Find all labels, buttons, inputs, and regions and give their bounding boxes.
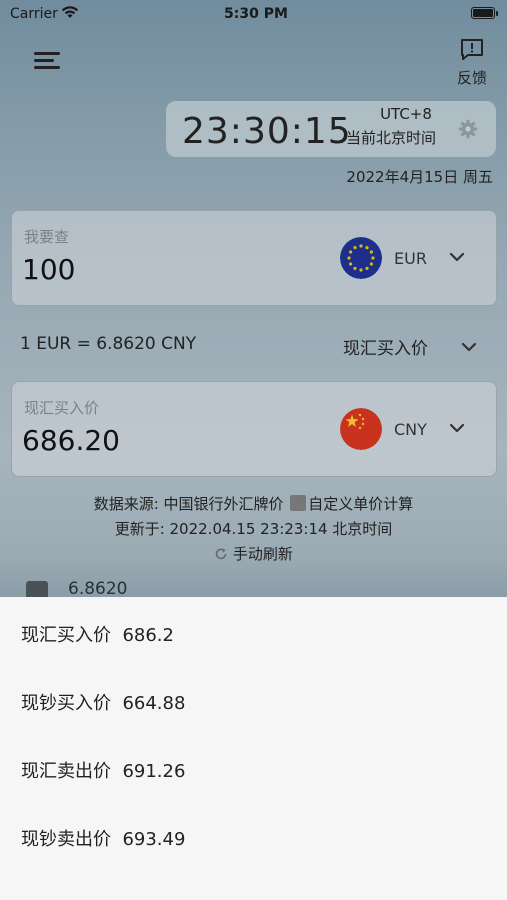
target-currency-code[interactable]: CNY: [394, 420, 427, 439]
option-value: 691.26: [122, 761, 186, 782]
current-date: 2022年4月15日 周五: [346, 168, 493, 186]
timezone-offset: UTC+8: [380, 105, 432, 123]
updated-time: 更新于: 2022.04.15 23:23:14 北京时间: [114, 520, 393, 538]
sheet-option-cash-buy[interactable]: 现钞买入价 664.88: [21, 689, 185, 715]
chevron-down-icon[interactable]: [449, 422, 465, 434]
source-amount-input[interactable]: 100: [22, 253, 75, 286]
chevron-down-icon[interactable]: [449, 251, 465, 263]
status-bar: Carrier 5:30 PM: [0, 0, 507, 30]
option-value: 693.49: [122, 829, 186, 850]
option-label: 现汇买入价: [21, 625, 111, 646]
option-label: 现钞买入价: [21, 693, 111, 714]
clock-card: 23:30:15 UTC+8 当前北京时间: [166, 101, 496, 157]
eu-flag-icon[interactable]: [340, 237, 382, 279]
battery-icon: [471, 7, 498, 19]
menu-icon[interactable]: [34, 50, 62, 72]
timezone-name: 当前北京时间: [346, 129, 437, 147]
option-label: 现钞卖出价: [21, 829, 111, 850]
source-amount-card[interactable]: 我要查 100 EUR: [11, 210, 497, 306]
data-source-line: 数据来源: 中国银行外汇牌价 自定义单价计算: [0, 493, 507, 514]
feedback-button[interactable]: 反馈: [452, 38, 492, 88]
current-time: 23:30:15: [182, 111, 352, 152]
target-amount-value: 686.20: [22, 424, 120, 457]
exchange-rate-text: 1 EUR = 6.8620 CNY: [20, 334, 197, 354]
china-flag-icon[interactable]: [340, 408, 382, 450]
status-time: 5:30 PM: [224, 6, 288, 22]
chevron-down-icon[interactable]: [461, 341, 477, 353]
peek-rate-value: 6.8620: [68, 579, 128, 599]
history-peek: 6.8620: [26, 575, 326, 599]
custom-calc-link[interactable]: 自定义单价计算: [308, 495, 413, 513]
source-amount-label: 我要查: [24, 228, 70, 246]
rate-type-selector[interactable]: 现汇买入价: [343, 334, 428, 359]
sheet-option-spot-buy[interactable]: 现汇买入价 686.2: [21, 621, 174, 647]
option-value: 686.2: [122, 625, 174, 646]
wifi-icon: [61, 6, 79, 18]
gear-icon[interactable]: [458, 119, 478, 139]
sheet-option-cash-sell[interactable]: 现钞卖出价 693.49: [21, 825, 185, 851]
carrier-label: Carrier: [10, 6, 58, 22]
option-label: 现汇卖出价: [21, 761, 111, 782]
rate-options-sheet: 现汇买入价 686.2 现钞买入价 664.88 现汇卖出价 691.26 现钞…: [0, 597, 507, 900]
feedback-label: 反馈: [456, 69, 487, 87]
target-amount-label: 现汇买入价: [24, 399, 100, 417]
refresh-icon: [215, 548, 227, 560]
data-source-text: 数据来源: 中国银行外汇牌价: [93, 495, 284, 513]
refresh-button[interactable]: 手动刷新: [0, 543, 507, 564]
feedback-icon: [461, 39, 483, 60]
source-currency-code[interactable]: EUR: [394, 249, 427, 268]
option-value: 664.88: [122, 693, 186, 714]
target-amount-card[interactable]: 现汇买入价 686.20 CNY: [11, 381, 497, 477]
sheet-option-spot-sell[interactable]: 现汇卖出价 691.26: [21, 757, 185, 783]
refresh-label: 手动刷新: [232, 545, 293, 563]
calculator-icon[interactable]: [290, 495, 307, 511]
